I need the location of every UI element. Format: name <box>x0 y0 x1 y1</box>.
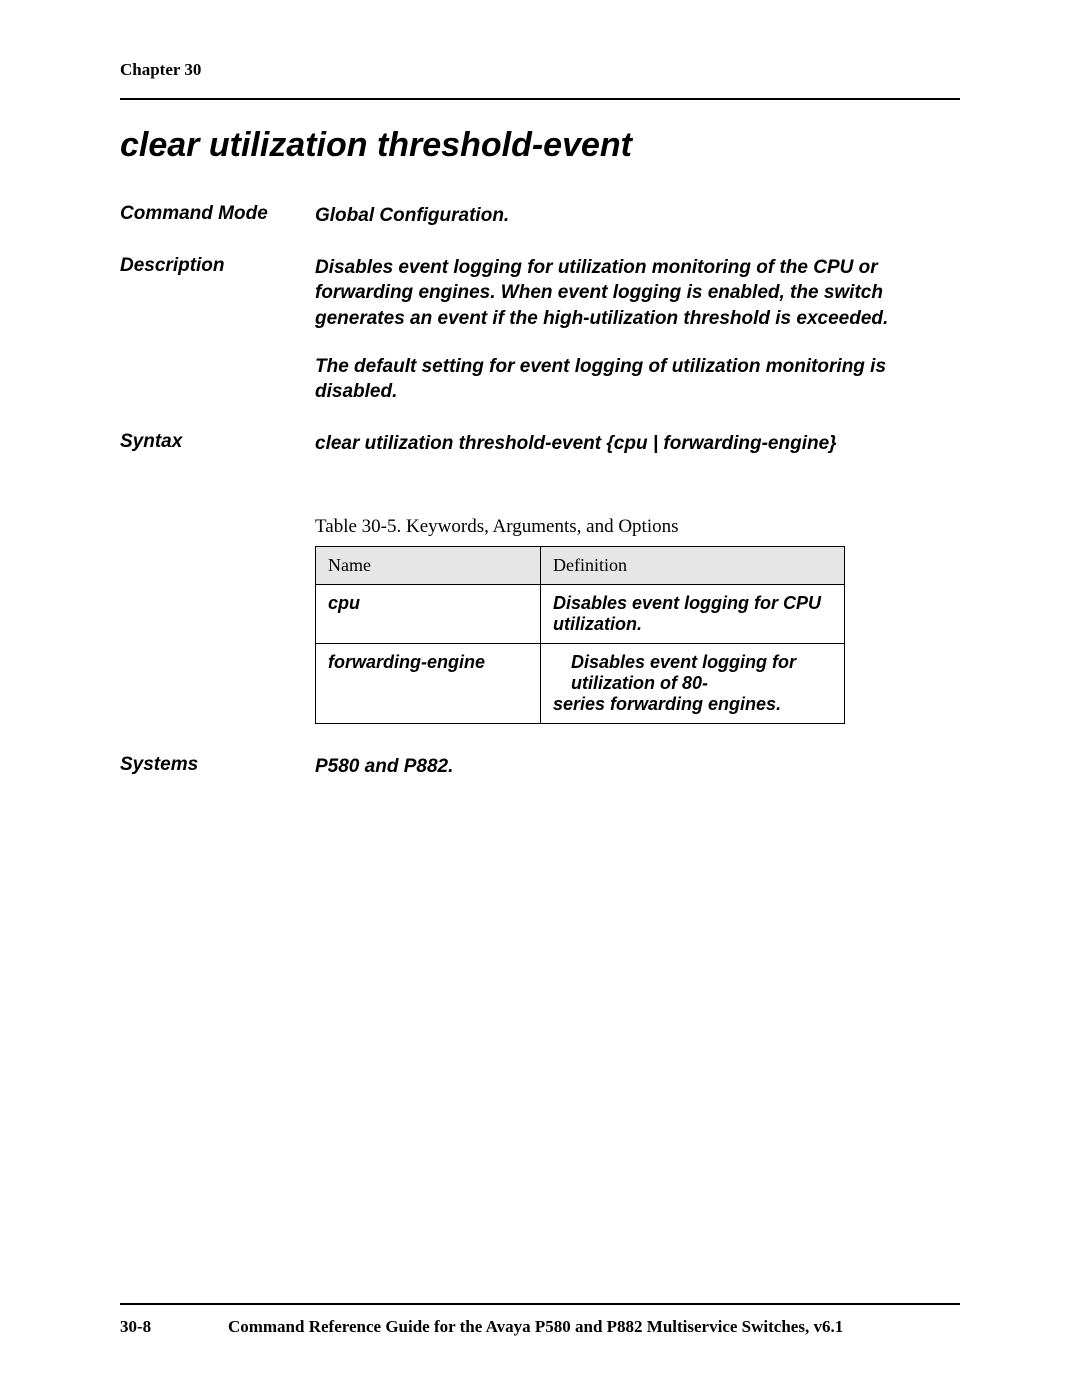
row-systems: Systems P580 and P882. <box>120 754 960 780</box>
row-description: Description Disables event logging for u… <box>120 255 960 405</box>
top-rule <box>120 98 960 100</box>
command-title: clear utilization threshold-event <box>120 126 960 165</box>
description-p1: Disables event logging for utilization m… <box>315 255 960 332</box>
row-syntax: Syntax clear utilization threshold-event… <box>120 431 960 457</box>
value-syntax: clear utilization threshold-event {cpu |… <box>315 431 960 457</box>
page-footer: 30-8 Command Reference Guide for the Ava… <box>120 1303 960 1337</box>
def-fwd-line1: Disables event logging for utilization o… <box>553 652 832 694</box>
cell-name-fwd: forwarding-engine <box>316 644 541 724</box>
description-p2: The default setting for event logging of… <box>315 354 960 405</box>
th-name: Name <box>316 547 541 585</box>
value-description: Disables event logging for utilization m… <box>315 255 960 405</box>
table-block: Table 30-5. Keywords, Arguments, and Opt… <box>315 516 960 724</box>
table-row: forwarding-engine Disables event logging… <box>316 644 845 724</box>
keyword-table: Name Definition cpu Disables event loggi… <box>315 546 845 724</box>
footer-rule <box>120 1303 960 1305</box>
label-syntax: Syntax <box>120 431 315 453</box>
value-systems: P580 and P882. <box>315 754 960 780</box>
th-definition: Definition <box>541 547 845 585</box>
chapter-header: Chapter 30 <box>120 60 960 80</box>
table-header-row: Name Definition <box>316 547 845 585</box>
table-row: cpu Disables event logging for CPU utili… <box>316 585 845 644</box>
label-command-mode: Command Mode <box>120 203 315 225</box>
value-command-mode: Global Configuration. <box>315 203 960 229</box>
cell-def-fwd: Disables event logging for utilization o… <box>541 644 845 724</box>
label-systems: Systems <box>120 754 315 776</box>
footer-book-title: Command Reference Guide for the Avaya P5… <box>151 1317 920 1337</box>
footer-line: 30-8 Command Reference Guide for the Ava… <box>120 1317 960 1337</box>
page-container: Chapter 30 clear utilization threshold-e… <box>0 0 1080 1397</box>
label-description: Description <box>120 255 315 277</box>
cell-def-cpu: Disables event logging for CPU utilizati… <box>541 585 845 644</box>
row-command-mode: Command Mode Global Configuration. <box>120 203 960 229</box>
def-fwd-line2: series forwarding engines. <box>553 694 781 714</box>
cell-name-cpu: cpu <box>316 585 541 644</box>
footer-page-number: 30-8 <box>120 1317 151 1337</box>
table-caption: Table 30-5. Keywords, Arguments, and Opt… <box>315 516 960 538</box>
